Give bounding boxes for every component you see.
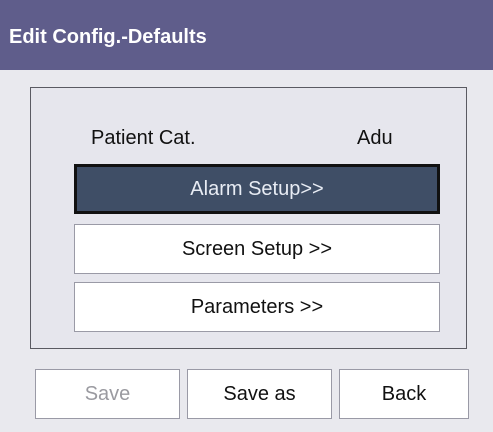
- config-panel: Patient Cat. Adu Alarm Setup>> Screen Se…: [30, 87, 467, 349]
- title-bar: Edit Config.-Defaults: [0, 0, 493, 70]
- back-label: Back: [381, 382, 427, 405]
- parameters-label: Parameters >>: [190, 295, 324, 318]
- parameters-button[interactable]: Parameters >>: [74, 282, 440, 332]
- config-window: Edit Config.-Defaults Patient Cat. Adu A…: [0, 0, 493, 432]
- alarm-setup-label: Alarm Setup>>: [190, 177, 324, 200]
- save-as-label: Save as: [223, 382, 296, 405]
- back-button[interactable]: Back: [339, 369, 469, 419]
- save-label: Save: [84, 382, 131, 405]
- save-as-button[interactable]: Save as: [187, 369, 332, 419]
- patient-category-label: Patient Cat.: [91, 127, 196, 149]
- save-button[interactable]: Save: [35, 369, 180, 419]
- screen-setup-button[interactable]: Screen Setup >>: [74, 224, 440, 274]
- screen-setup-label: Screen Setup >>: [181, 237, 333, 260]
- window-title: Edit Config.-Defaults: [9, 26, 207, 48]
- patient-category-value[interactable]: Adu: [357, 127, 393, 150]
- alarm-setup-button[interactable]: Alarm Setup>>: [74, 164, 440, 214]
